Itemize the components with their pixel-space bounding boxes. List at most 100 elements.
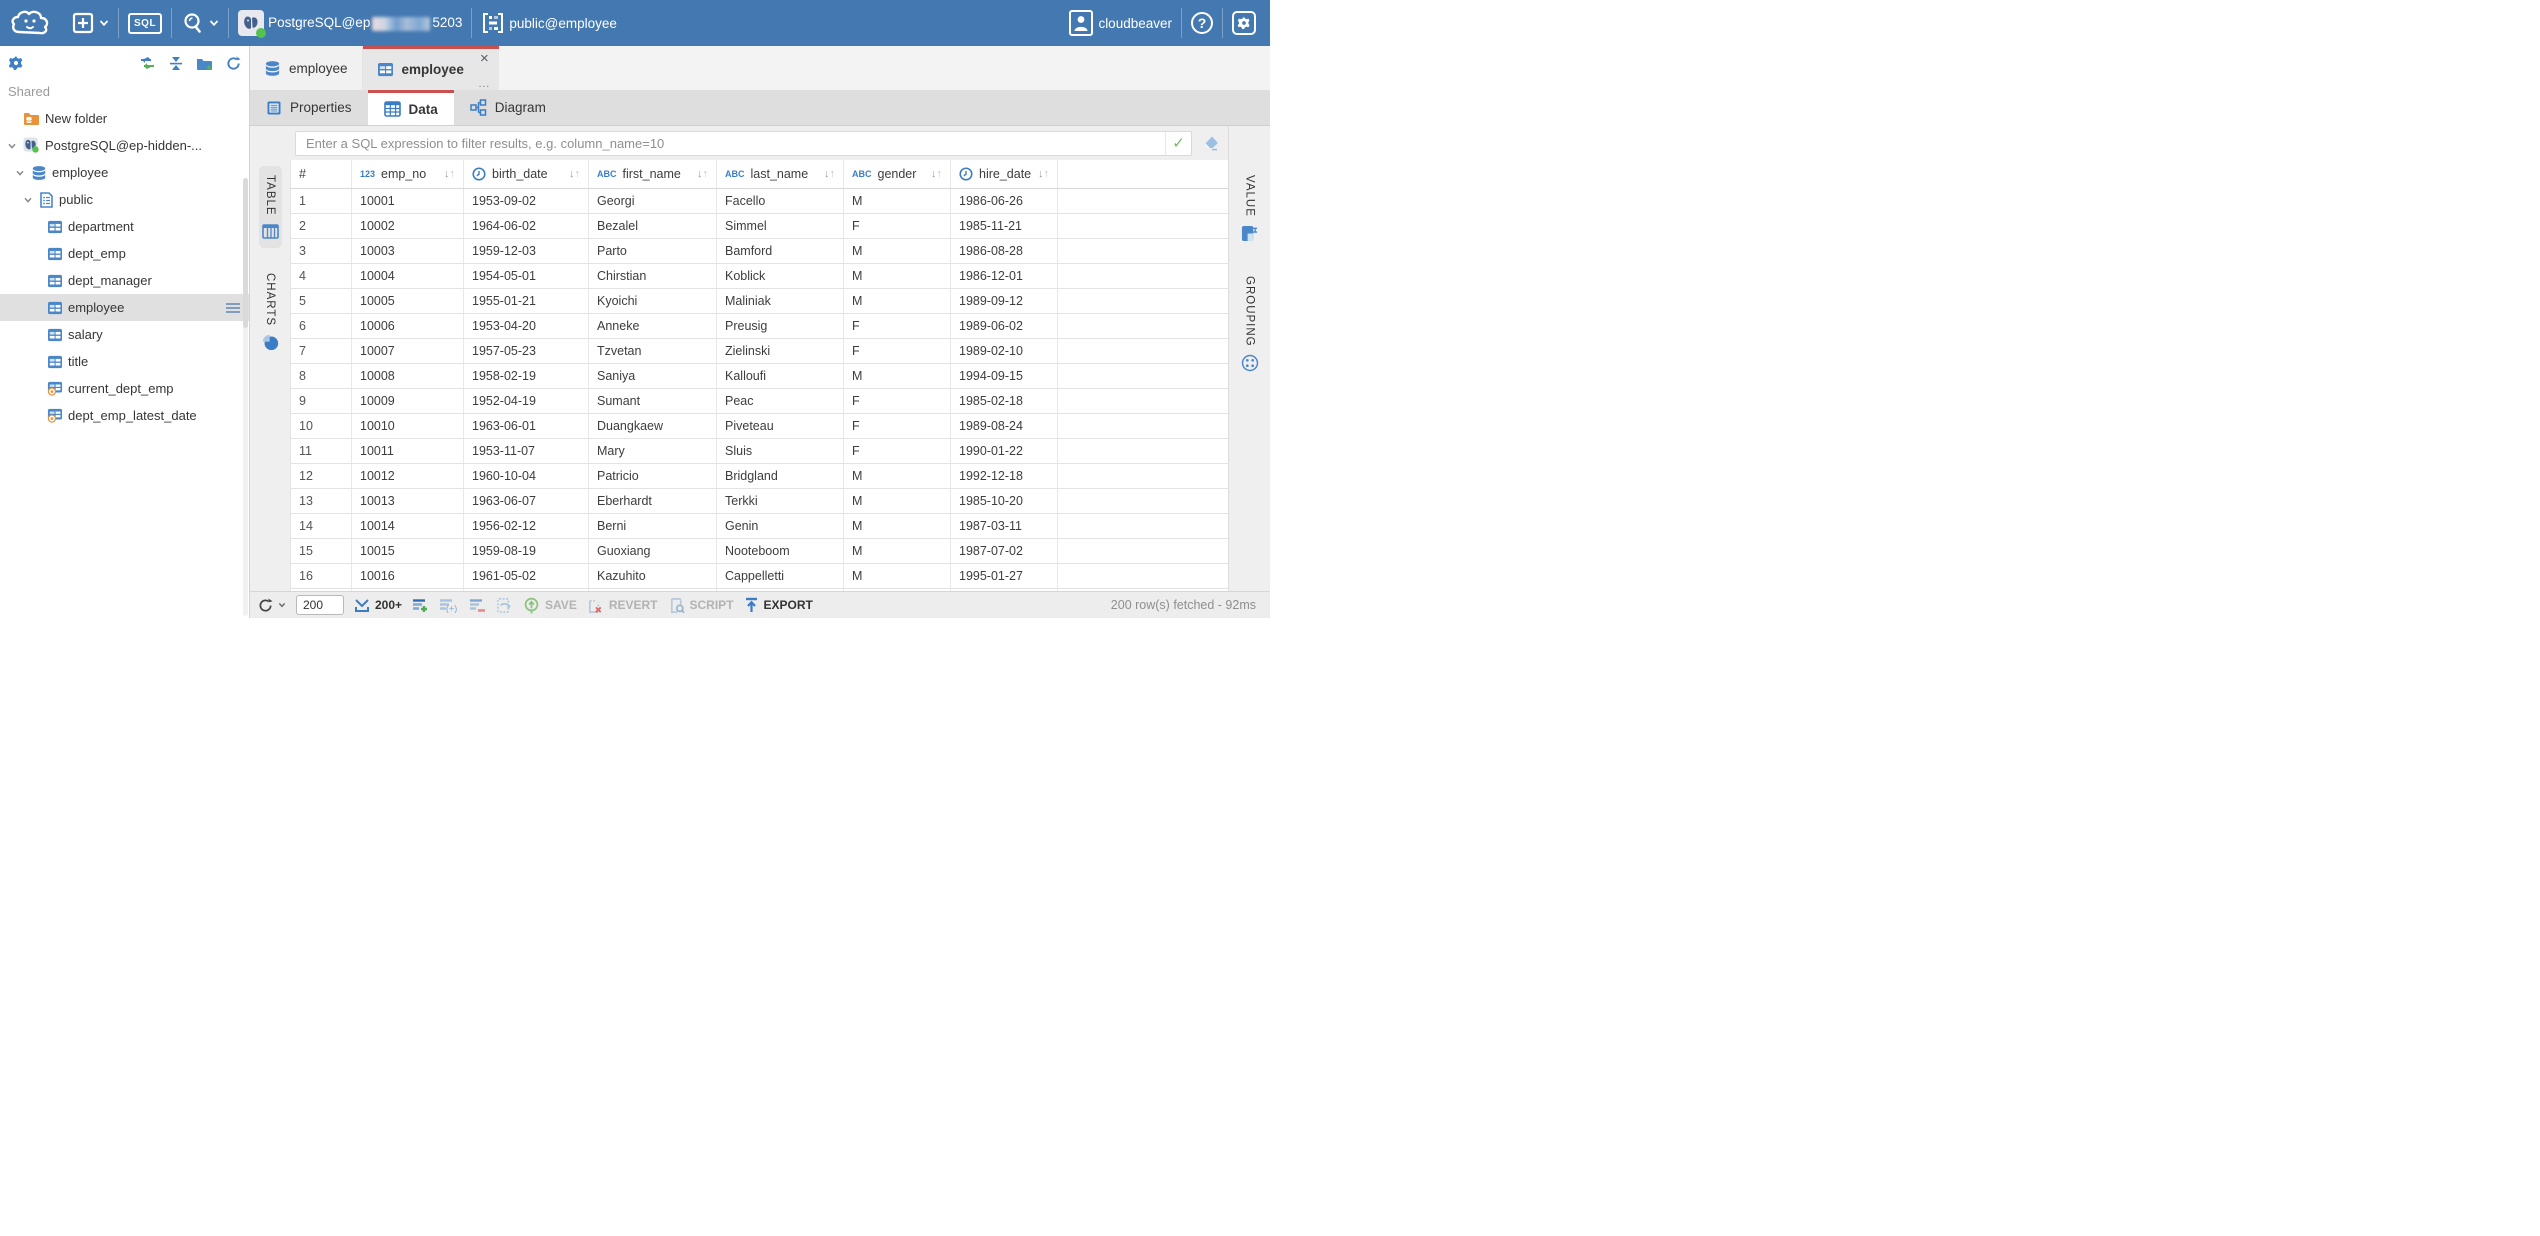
connection-selector[interactable]: PostgreSQL@ep5203 [229, 0, 471, 46]
sort-icon[interactable]: ↓↑ [569, 168, 580, 180]
sort-icon[interactable]: ↓↑ [931, 168, 942, 180]
tree-item-salary[interactable]: salary [0, 321, 249, 348]
data-cell[interactable]: 10001 [352, 189, 464, 213]
tree-item-employee[interactable]: employee [0, 294, 249, 321]
table-row[interactable]: 7100071957-05-23TzvetanZielinskiF1989-02… [290, 339, 1228, 364]
data-cell[interactable]: F [844, 389, 951, 413]
data-cell[interactable]: 10016 [352, 564, 464, 588]
data-cell[interactable]: 1959-08-19 [464, 539, 589, 563]
column-header-row-index[interactable]: # [290, 160, 352, 188]
data-cell[interactable]: 1995-01-27 [951, 564, 1058, 588]
data-cell[interactable]: Koblick [717, 264, 844, 288]
new-connection-button[interactable] [62, 0, 118, 46]
data-cell[interactable]: F [844, 439, 951, 463]
data-cell[interactable]: 10003 [352, 239, 464, 263]
data-cell[interactable]: Duangkaew [589, 414, 717, 438]
fetch-size-input[interactable] [296, 595, 344, 615]
export-button[interactable]: EXPORT [744, 597, 813, 613]
data-cell[interactable]: F [844, 314, 951, 338]
data-cell[interactable]: M [844, 239, 951, 263]
data-cell[interactable]: Piveteau [717, 414, 844, 438]
sidebar-scrollbar[interactable] [243, 178, 248, 616]
sort-icon[interactable]: ↓↑ [697, 168, 708, 180]
data-cell[interactable]: Anneke [589, 314, 717, 338]
data-cell[interactable]: 10011 [352, 439, 464, 463]
refresh-result-button[interactable] [258, 598, 286, 613]
data-cell[interactable]: 10013 [352, 489, 464, 513]
data-cell[interactable]: 1989-09-12 [951, 289, 1058, 313]
data-cell[interactable]: 1963-06-07 [464, 489, 589, 513]
tree-item-public[interactable]: public [0, 186, 249, 213]
data-cell[interactable]: Simmel [717, 214, 844, 238]
data-cell[interactable]: Maliniak [717, 289, 844, 313]
data-cell[interactable]: 10006 [352, 314, 464, 338]
data-cell[interactable]: Mary [589, 439, 717, 463]
data-cell[interactable]: 1986-08-28 [951, 239, 1058, 263]
subtab-data[interactable]: Data [368, 90, 454, 125]
data-cell[interactable]: 1994-09-15 [951, 364, 1058, 388]
close-tab-icon[interactable]: × [480, 53, 489, 65]
data-cell[interactable]: 1960-10-04 [464, 464, 589, 488]
presentation-tab-charts[interactable]: CHARTS [259, 264, 282, 360]
table-row[interactable]: 11100111953-11-07MarySluisF1990-01-22 [290, 439, 1228, 464]
data-cell[interactable]: 1992-12-18 [951, 464, 1058, 488]
help-button[interactable]: ? [1182, 0, 1222, 46]
data-cell[interactable]: Georgi [589, 189, 717, 213]
data-cell[interactable]: 1953-04-20 [464, 314, 589, 338]
data-cell[interactable]: F [844, 339, 951, 363]
data-cell[interactable]: 10005 [352, 289, 464, 313]
data-cell[interactable]: Bridgland [717, 464, 844, 488]
data-cell[interactable]: M [844, 464, 951, 488]
data-cell[interactable]: 1985-11-21 [951, 214, 1058, 238]
data-cell[interactable]: 1990-01-22 [951, 439, 1058, 463]
data-cell[interactable]: 1989-02-10 [951, 339, 1058, 363]
data-cell[interactable]: 1987-03-11 [951, 514, 1058, 538]
subtab-diagram[interactable]: Diagram [454, 90, 562, 125]
table-row[interactable]: 2100021964-06-02BezalelSimmelF1985-11-21 [290, 214, 1228, 239]
clear-filter-icon[interactable] [1200, 135, 1222, 151]
tree-item-dept-manager[interactable]: dept_manager [0, 267, 249, 294]
data-cell[interactable]: 10015 [352, 539, 464, 563]
collapse-all-icon[interactable] [168, 56, 184, 71]
column-header-gender[interactable]: ABCgender↓↑ [844, 160, 951, 188]
data-cell[interactable]: 1963-06-01 [464, 414, 589, 438]
tab-employee-table[interactable]: employee × … [363, 46, 499, 90]
data-cell[interactable]: M [844, 489, 951, 513]
data-cell[interactable]: 1986-06-26 [951, 189, 1058, 213]
app-logo[interactable] [0, 0, 62, 46]
table-row[interactable]: 6100061953-04-20AnnekePreusigF1989-06-02 [290, 314, 1228, 339]
user-menu[interactable]: cloudbeaver [1059, 0, 1181, 46]
new-folder-icon[interactable] [196, 56, 214, 71]
tree-item-employee[interactable]: employee [0, 159, 249, 186]
table-row[interactable]: 8100081958-02-19SaniyaKalloufiM1994-09-1… [290, 364, 1228, 389]
data-cell[interactable]: 1989-06-02 [951, 314, 1058, 338]
data-cell[interactable]: M [844, 289, 951, 313]
duplicate-row-button[interactable]: (+) [439, 598, 459, 613]
data-cell[interactable]: M [844, 364, 951, 388]
data-cell[interactable]: M [844, 189, 951, 213]
data-cell[interactable]: Nooteboom [717, 539, 844, 563]
data-cell[interactable]: Parto [589, 239, 717, 263]
data-cell[interactable]: 1953-09-02 [464, 189, 589, 213]
panel-tab-grouping[interactable]: GROUPING [1238, 267, 1262, 382]
column-header-last_name[interactable]: ABClast_name↓↑ [717, 160, 844, 188]
data-cell[interactable]: F [844, 214, 951, 238]
tab-employee-database[interactable]: employee [250, 46, 363, 90]
data-cell[interactable]: Peac [717, 389, 844, 413]
column-header-hire_date[interactable]: hire_date↓↑ [951, 160, 1058, 188]
data-cell[interactable]: 1956-02-12 [464, 514, 589, 538]
data-cell[interactable]: Facello [717, 189, 844, 213]
sql-editor-button[interactable]: SQL [119, 0, 171, 46]
settings-button[interactable] [1223, 0, 1270, 46]
column-header-first_name[interactable]: ABCfirst_name↓↑ [589, 160, 717, 188]
data-cell[interactable]: Kyoichi [589, 289, 717, 313]
data-cell[interactable]: 1958-02-19 [464, 364, 589, 388]
table-row[interactable]: 10100101963-06-01DuangkaewPiveteauF1989-… [290, 414, 1228, 439]
table-row[interactable]: 14100141956-02-12BerniGeninM1987-03-11 [290, 514, 1228, 539]
data-cell[interactable]: Bamford [717, 239, 844, 263]
data-cell[interactable]: 1959-12-03 [464, 239, 589, 263]
data-cell[interactable]: 10012 [352, 464, 464, 488]
apply-changes-button[interactable] [496, 597, 513, 614]
delete-row-button[interactable] [469, 598, 486, 613]
data-cell[interactable]: Cappelletti [717, 564, 844, 588]
